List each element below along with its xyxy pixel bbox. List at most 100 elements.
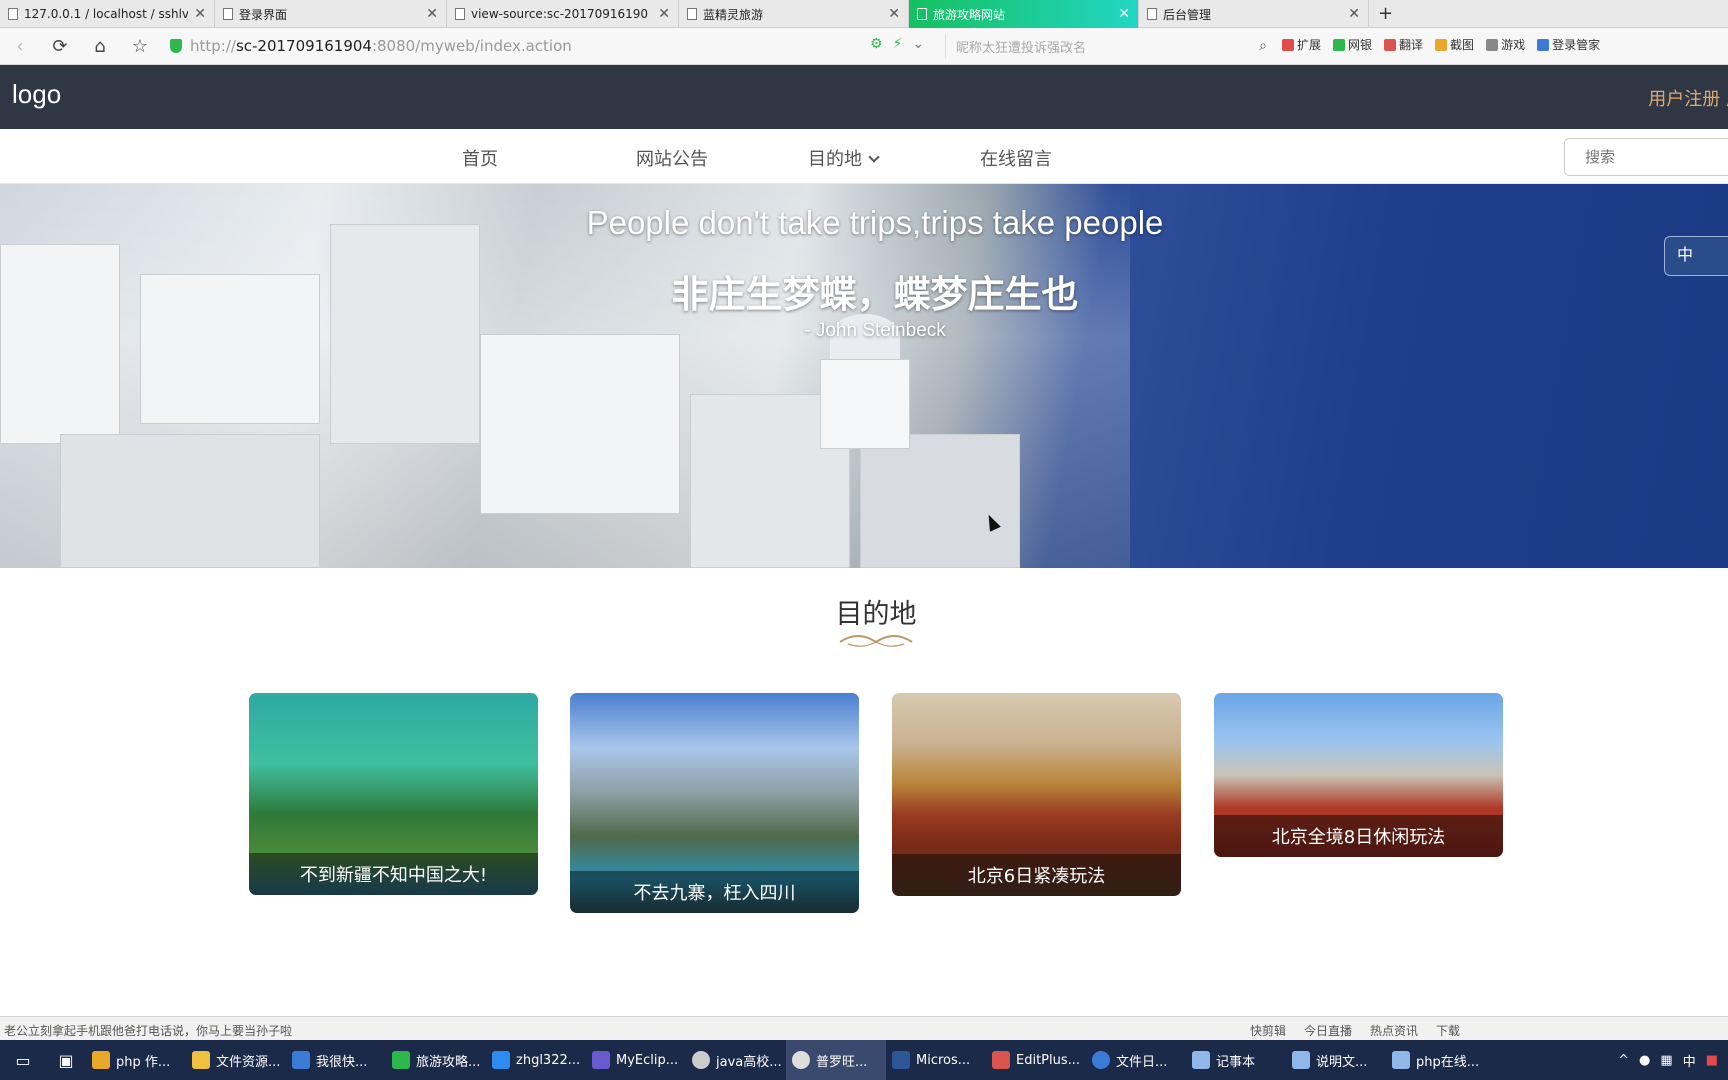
notepad-icon (1192, 1051, 1210, 1069)
app-icon (292, 1051, 310, 1069)
game-icon (1486, 38, 1499, 51)
extension-item[interactable]: 网银 (1333, 36, 1372, 53)
chevron-down-icon (868, 151, 880, 163)
page-icon (917, 8, 927, 20)
close-icon[interactable]: ✕ (658, 6, 670, 22)
windows-taskbar: ▭ ▣ php 作... 文件资源... 我很快... 旅游攻略... zhgl… (0, 1040, 1728, 1080)
hero-author: - John Steinbeck (804, 320, 946, 341)
lightning-icon[interactable]: ⚡ (893, 36, 903, 52)
search-icon (1092, 1051, 1110, 1069)
browser-tab-admin[interactable]: 后台管理 ✕ (1139, 0, 1369, 28)
system-tray: ^ ● ▦ 中 ■ (1618, 1040, 1718, 1080)
tab-label: view-source:sc-20170916190 (471, 7, 649, 21)
download-button[interactable]: 下载 (1436, 1022, 1460, 1039)
tab-label: 旅游攻略网站 (933, 7, 1006, 22)
hero-decor (860, 434, 1020, 568)
home-icon[interactable]: ⌂ (80, 28, 120, 65)
search-icon[interactable]: ⌕ (1259, 38, 1267, 54)
browser-icon (392, 1051, 410, 1069)
chevron-up-icon[interactable]: ^ (1618, 1053, 1629, 1068)
close-icon[interactable]: ✕ (888, 6, 900, 22)
eclipse-icon (592, 1051, 610, 1069)
notification-icon[interactable]: ■ (1706, 1053, 1718, 1068)
taskbar-item[interactable]: java高校... (686, 1040, 786, 1080)
address-bar[interactable]: http://sc-201709161904:8080/myweb/index.… (170, 34, 860, 58)
taskbar-item[interactable]: 说明文... (1286, 1040, 1386, 1080)
nav-destinations[interactable]: 目的地 (808, 145, 880, 171)
browser-search-input[interactable]: 昵称太狂遭投诉强改名 ⌕ (945, 34, 1275, 58)
hot-news-button[interactable]: 热点资讯 (1370, 1022, 1418, 1039)
nav-announcements[interactable]: 网站公告 (636, 145, 708, 171)
site-logo[interactable]: logo (12, 79, 61, 110)
reload-icon[interactable]: ⟳ (40, 28, 80, 65)
status-actions: 快剪辑 今日直播 热点资讯 下载 (1250, 1022, 1460, 1039)
taskbar-item[interactable]: php在线... (1386, 1040, 1486, 1080)
page-icon (8, 8, 18, 20)
app-icon (492, 1051, 510, 1069)
close-icon[interactable]: ✕ (426, 6, 438, 22)
browser-tab-login[interactable]: 登录界面 ✕ (215, 0, 447, 28)
taskbar-item[interactable]: 我很快... (286, 1040, 386, 1080)
taskbar-item[interactable]: 文件资源... (186, 1040, 286, 1080)
taskbar-item[interactable]: MyEclip... (586, 1040, 686, 1080)
bookmark-star-icon[interactable]: ☆ (120, 28, 160, 65)
quick-edit-button[interactable]: 快剪辑 (1250, 1022, 1286, 1039)
taskbar-item[interactable]: 文件日... (1086, 1040, 1186, 1080)
user-register-link[interactable]: 用户注册 用 (1648, 85, 1728, 111)
site-header: logo 用户注册 用 (0, 65, 1728, 129)
taskbar-item[interactable]: php 作... (86, 1040, 186, 1080)
close-icon[interactable]: ✕ (1118, 6, 1130, 22)
destination-card-beijing-8day[interactable]: 北京全境8日休闲玩法 (1214, 693, 1503, 857)
tray-app-icon[interactable]: ● (1639, 1053, 1650, 1068)
translate-icon (1384, 38, 1397, 51)
chevron-down-icon[interactable]: ⌄ (912, 36, 924, 52)
extension-item[interactable]: 翻译 (1384, 36, 1423, 53)
destination-caption: 北京6日紧凑玩法 (892, 854, 1181, 896)
destination-card-jiuzhai[interactable]: 不去九寨，枉入四川 (570, 693, 859, 913)
avatar-icon (792, 1051, 810, 1069)
url-scheme: http:// (190, 37, 236, 55)
editplus-icon (992, 1051, 1010, 1069)
status-news-ticker[interactable]: 老公立刻拿起手机跟他爸打电话说，你马上要当孙子啦 (4, 1022, 292, 1039)
app-icon (92, 1051, 110, 1069)
word-icon (892, 1051, 910, 1069)
accelerate-icon[interactable]: ⚙ (870, 36, 883, 52)
taskbar-item[interactable]: zhgl322... (486, 1040, 586, 1080)
network-icon[interactable]: ▦ (1660, 1053, 1672, 1068)
tab-label: 后台管理 (1163, 7, 1212, 22)
extensions-icon (1282, 38, 1294, 51)
taskbar-item[interactable]: 旅游攻略... (386, 1040, 486, 1080)
hero-banner: People don't take trips,trips take peopl… (0, 184, 1728, 568)
extension-item[interactable]: 扩展 (1282, 36, 1321, 53)
browser-tab-phpmyadmin[interactable]: 127.0.0.1 / localhost / sshlvyo ✕ (0, 0, 215, 28)
close-icon[interactable]: ✕ (1348, 6, 1360, 22)
page-icon (1147, 8, 1157, 20)
ime-tray-indicator[interactable]: 中 (1683, 1051, 1696, 1070)
hero-chinese-quote: 非庄生梦蝶，蝶梦庄生也 (671, 273, 1079, 316)
browser-tab-travel-guide[interactable]: 旅游攻略网站 ✕ (909, 0, 1139, 28)
folder-icon (192, 1051, 210, 1069)
extension-item[interactable]: 截图 (1435, 36, 1474, 53)
close-icon[interactable]: ✕ (194, 6, 206, 22)
destinations-title: 目的地 (835, 599, 917, 630)
nav-home[interactable]: 首页 (462, 145, 498, 171)
destination-card-beijing-6day[interactable]: 北京6日紧凑玩法 (892, 693, 1181, 896)
destination-card-xinjiang[interactable]: 不到新疆不知中国之大! (249, 693, 538, 895)
back-arrow-icon[interactable]: ‹ (0, 28, 40, 65)
extension-item[interactable]: 游戏 (1486, 36, 1525, 53)
browser-tab-view-source[interactable]: view-source:sc-20170916190 ✕ (447, 0, 679, 28)
taskbar-item[interactable]: Micros... (886, 1040, 986, 1080)
extension-item[interactable]: 登录管家 (1537, 36, 1600, 53)
desktop-icon[interactable]: ▣ (46, 1040, 86, 1080)
bank-icon (1333, 38, 1346, 51)
browser-tab-smurf-travel[interactable]: 蓝精灵旅游 ✕ (679, 0, 909, 28)
site-search-input[interactable] (1564, 138, 1728, 176)
ime-widget[interactable]: 中 (1664, 236, 1728, 276)
task-view-icon[interactable]: ▭ (0, 1040, 46, 1080)
taskbar-item[interactable]: 记事本 (1186, 1040, 1286, 1080)
new-tab-button[interactable]: + (1378, 3, 1393, 24)
live-today-button[interactable]: 今日直播 (1304, 1022, 1352, 1039)
nav-guestbook[interactable]: 在线留言 (980, 145, 1052, 171)
taskbar-item[interactable]: 普罗旺... (786, 1040, 886, 1080)
taskbar-item[interactable]: EditPlus... (986, 1040, 1086, 1080)
